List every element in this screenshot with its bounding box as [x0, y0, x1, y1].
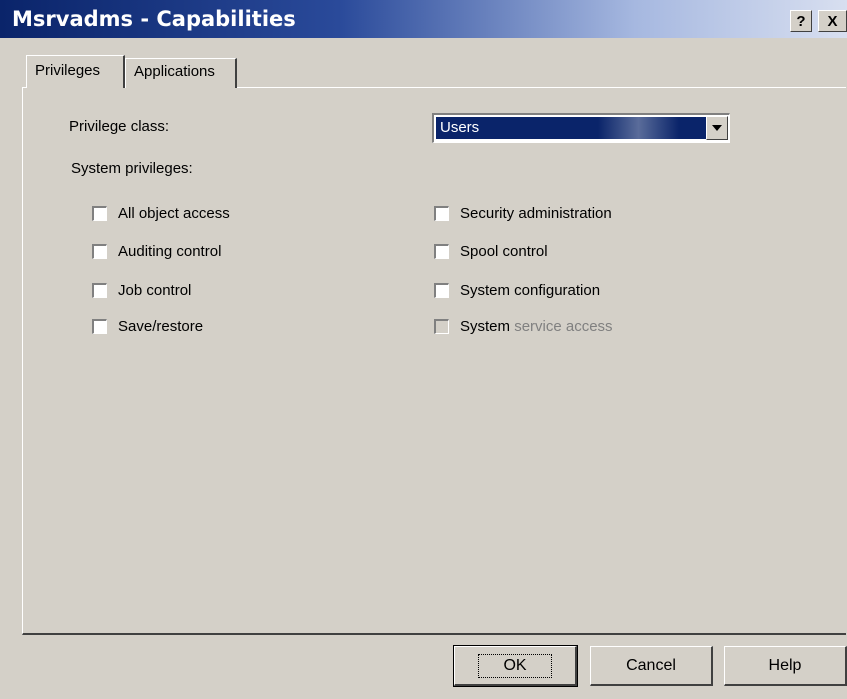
tab-applications[interactable]: Applications — [125, 58, 237, 88]
help-button[interactable]: Help — [724, 646, 847, 686]
cancel-button[interactable]: Cancel — [590, 646, 713, 686]
checkbox-system-configuration[interactable]: System configuration — [434, 282, 600, 299]
checkbox-label: Job control — [118, 282, 192, 299]
checkbox-auditing-control[interactable]: Auditing control — [92, 243, 221, 260]
cancel-button-label: Cancel — [626, 656, 676, 674]
checkbox-box[interactable] — [434, 283, 449, 298]
dropdown-arrow-button[interactable] — [706, 116, 728, 140]
system-privileges-label: System privileges: — [71, 160, 193, 177]
title-bar[interactable]: Msrvadms - Capabilities ? X — [0, 0, 847, 38]
checkbox-box[interactable] — [92, 283, 107, 298]
checkbox-label: Spool control — [460, 243, 548, 260]
checkbox-label: Auditing control — [118, 243, 222, 260]
checkbox-label: Save/restore — [118, 318, 204, 335]
checkbox-label: System configuration — [460, 282, 601, 299]
privilege-class-select[interactable]: Users — [432, 113, 730, 143]
checkbox-box[interactable] — [434, 206, 449, 221]
ok-button[interactable]: OK — [453, 645, 578, 687]
close-button[interactable]: X — [818, 10, 847, 32]
checkbox-spool-control[interactable]: Spool control — [434, 243, 548, 260]
checkbox-label-service-access: service access — [514, 318, 613, 335]
checkbox-job-control[interactable]: Job control — [92, 282, 191, 299]
checkbox-box[interactable] — [434, 319, 449, 334]
checkbox-all-object-access[interactable]: All object access — [92, 205, 230, 222]
checkbox-box[interactable] — [92, 244, 107, 259]
help-button-label: Help — [768, 656, 802, 674]
checkbox-label: Security administration — [460, 205, 612, 222]
chevron-down-icon — [712, 125, 722, 131]
ok-button-label: OK — [478, 653, 552, 678]
window-title: Msrvadms - Capabilities — [12, 7, 296, 31]
checkbox-label-system: System — [460, 318, 511, 335]
checkbox-label: All object access — [118, 205, 230, 222]
help-title-button[interactable]: ? — [790, 10, 812, 32]
tab-privileges[interactable]: Privileges — [26, 55, 125, 88]
checkbox-box[interactable] — [92, 206, 107, 221]
privilege-class-value: Users — [436, 117, 706, 139]
privilege-class-label: Privilege class: — [69, 118, 170, 135]
checkbox-system-service-access[interactable]: System service access — [434, 318, 613, 335]
checkbox-box[interactable] — [92, 319, 107, 334]
checkbox-save-restore[interactable]: Save/restore — [92, 318, 203, 335]
checkbox-box[interactable] — [434, 244, 449, 259]
checkbox-security-administration[interactable]: Security administration — [434, 205, 612, 222]
